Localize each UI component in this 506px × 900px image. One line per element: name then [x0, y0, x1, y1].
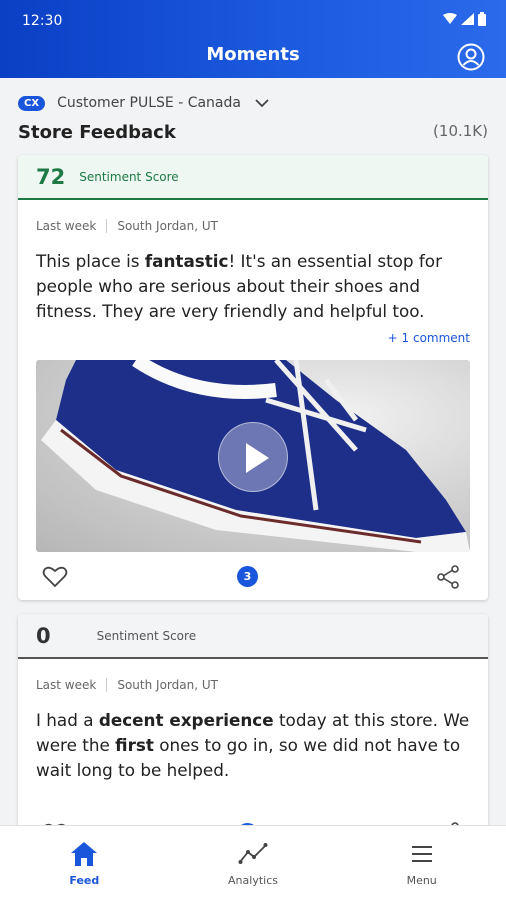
feed-content[interactable]: CX Customer PULSE - Canada Store Feedbac… — [0, 78, 506, 825]
card-actions: 3 — [18, 557, 488, 597]
cx-badge: CX — [18, 95, 46, 111]
analytics-icon — [238, 843, 268, 864]
chevron-down-icon[interactable] — [255, 98, 269, 108]
feedback-text: This place is fantastic! It's an essenti… — [36, 251, 442, 321]
signal-icon — [461, 13, 474, 25]
card-actions: 1 — [18, 814, 488, 825]
sentiment-score-value: 0 — [36, 623, 51, 648]
heart-icon[interactable] — [42, 565, 68, 589]
section-count: (10.1K) — [433, 122, 488, 140]
app-bar: 12:30 Moments — [0, 0, 506, 78]
feedback-meta: Last week South Jordan, UT — [36, 678, 218, 692]
nav-menu[interactable]: Menu — [337, 826, 506, 900]
play-button[interactable] — [218, 422, 288, 492]
sentiment-score-value: 72 — [36, 164, 66, 189]
nav-analytics-label: Analytics — [228, 874, 278, 887]
nav-analytics[interactable]: Analytics — [169, 826, 338, 900]
feedback-meta: Last week South Jordan, UT — [36, 219, 218, 233]
comments-link[interactable]: + 1 comment — [388, 331, 470, 345]
meta-divider — [106, 678, 108, 692]
page-title: Moments — [206, 44, 300, 65]
feedback-video[interactable] — [36, 360, 470, 552]
profile-icon[interactable] — [457, 43, 485, 71]
sentiment-score-header: 0 Sentiment Score — [18, 614, 488, 659]
sentiment-score-label: Sentiment Score — [96, 628, 197, 643]
sentiment-score-header: 72 Sentiment Score — [18, 155, 488, 200]
meta-divider — [106, 219, 108, 233]
wifi-icon — [443, 13, 457, 24]
feedback-card[interactable]: 0 Sentiment Score Last week South Jordan… — [18, 614, 488, 825]
feedback-time: Last week — [36, 678, 97, 692]
battery-icon — [478, 12, 486, 26]
nav-menu-label: Menu — [406, 874, 437, 887]
feedback-location: South Jordan, UT — [117, 678, 218, 692]
share-icon[interactable] — [436, 565, 460, 589]
program-name: Customer PULSE - Canada — [57, 95, 241, 111]
play-icon — [246, 443, 269, 473]
media-count-badge: 3 — [237, 566, 258, 587]
section-title: Store Feedback — [18, 122, 176, 143]
feedback-location: South Jordan, UT — [117, 219, 218, 233]
program-selector[interactable]: CX Customer PULSE - Canada — [18, 93, 269, 113]
sentiment-score-label: Sentiment Score — [79, 169, 179, 184]
feedback-card[interactable]: 72 Sentiment Score Last week South Jorda… — [18, 155, 488, 600]
bottom-nav: Feed Analytics Menu — [0, 825, 506, 900]
menu-icon — [411, 846, 432, 862]
feedback-text: I had a decent experience today at this … — [36, 710, 470, 780]
home-icon — [71, 842, 98, 866]
status-icons — [443, 12, 486, 26]
feedback-time: Last week — [36, 219, 97, 233]
nav-feed[interactable]: Feed — [0, 826, 169, 900]
status-time: 12:30 — [22, 13, 63, 29]
nav-feed-label: Feed — [69, 874, 100, 887]
